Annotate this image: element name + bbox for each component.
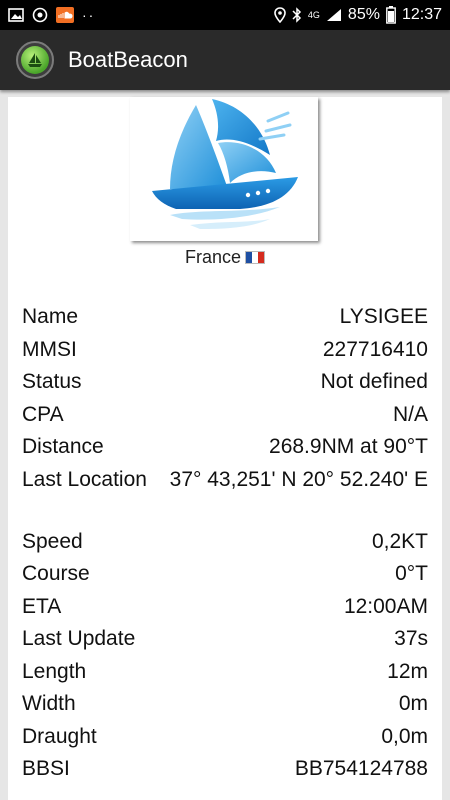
france-flag-icon: [245, 251, 266, 264]
detail-label-distance: Distance: [22, 435, 104, 458]
detail-row-status: Status Not defined: [22, 366, 428, 399]
detail-label-cpa: CPA: [22, 402, 64, 426]
soundcloud-icon: [56, 7, 74, 23]
battery-icon: [386, 6, 396, 24]
detail-label-name: Name: [22, 305, 79, 328]
location-icon: [274, 7, 286, 23]
app-logo[interactable]: [16, 41, 54, 79]
detail-row-last-update: Last Update 37s: [22, 623, 428, 656]
sailboat-icon: [21, 46, 49, 74]
battery-percent: 85%: [347, 6, 380, 23]
detail-row-eta: ETA 12:00AM: [22, 591, 428, 624]
detail-label-mmsi: MMSI: [22, 337, 77, 361]
detail-label-length: Length: [22, 659, 87, 683]
detail-label-last-location: Last Location: [22, 467, 147, 491]
detail-value-distance: 268.9NM at 90°T: [269, 435, 428, 458]
detail-value-width: 0m: [398, 692, 428, 715]
gallery-icon: [8, 8, 24, 22]
vessel-image: [130, 97, 318, 241]
detail-value-eta: 12:00AM: [343, 594, 428, 618]
detail-label-draught: Draught: [22, 724, 97, 748]
app-bar: BoatBeacon: [0, 30, 450, 90]
app-title: BoatBeacon: [68, 47, 188, 72]
detail-value-speed: 0,2KT: [371, 529, 428, 553]
detail-label-width: Width: [22, 692, 76, 715]
vessel-country: France: [8, 247, 442, 268]
detail-label-status: Status: [22, 370, 82, 393]
signal-icon: [326, 8, 342, 22]
detail-label-bbsi: BBSI: [22, 757, 70, 780]
network-type-icon: 4G: [307, 9, 320, 20]
detail-row-last-location: Last Location 37° 43,251' N 20° 52.240' E: [22, 466, 428, 526]
detail-row-bbsi: BBSI BB754124788: [22, 753, 428, 786]
detail-row-draught: Draught 0,0m: [22, 721, 428, 754]
detail-row-width: Width 0m: [22, 688, 428, 721]
status-bar: ·· 4G 85% 12:37: [0, 0, 450, 30]
detail-value-cpa: N/A: [392, 402, 428, 426]
detail-value-length: 12m: [387, 659, 428, 683]
more-notifications-icon: ··: [82, 7, 96, 23]
detail-label-speed: Speed: [22, 529, 83, 553]
detail-label-last-update: Last Update: [22, 627, 136, 650]
clock: 12:37: [401, 6, 442, 23]
vessel-detail-card: France Name LYSIGEE MMSI 227716410 Status Not…: [8, 97, 442, 800]
detail-value-last-location: 37° 43,251' N 20° 52.240' E: [169, 467, 428, 491]
detail-value-last-update: 37s: [394, 627, 428, 650]
detail-row-distance: Distance 268.9NM at 90°T: [22, 431, 428, 464]
detail-value-course: 0°T: [395, 562, 428, 585]
detail-label-course: Course: [22, 562, 90, 585]
detail-value-bbsi: BB754124788: [294, 757, 428, 780]
detail-value-draught: 0,0m: [381, 724, 428, 748]
detail-value-name: LYSIGEE: [339, 305, 428, 328]
network-type-label: 4G: [307, 9, 320, 20]
detail-row-length: Length 12m: [22, 656, 428, 689]
timer-icon: [32, 7, 48, 23]
detail-row-mmsi: MMSI 227716410: [22, 334, 428, 367]
bluetooth-icon: [292, 7, 302, 23]
country-name: France: [184, 247, 242, 267]
detail-row-speed: Speed 0,2KT: [22, 526, 428, 559]
vessel-details-list: Name LYSIGEE MMSI 227716410 Status Not define…: [22, 301, 428, 786]
detail-row-cpa: CPA N/A: [22, 399, 428, 432]
detail-value-status: Not defined: [320, 370, 428, 393]
detail-value-mmsi: 227716410: [322, 337, 428, 361]
detail-row-name: Name LYSIGEE: [22, 301, 428, 334]
detail-row-course: Course 0°T: [22, 558, 428, 591]
detail-label-eta: ETA: [22, 594, 62, 618]
